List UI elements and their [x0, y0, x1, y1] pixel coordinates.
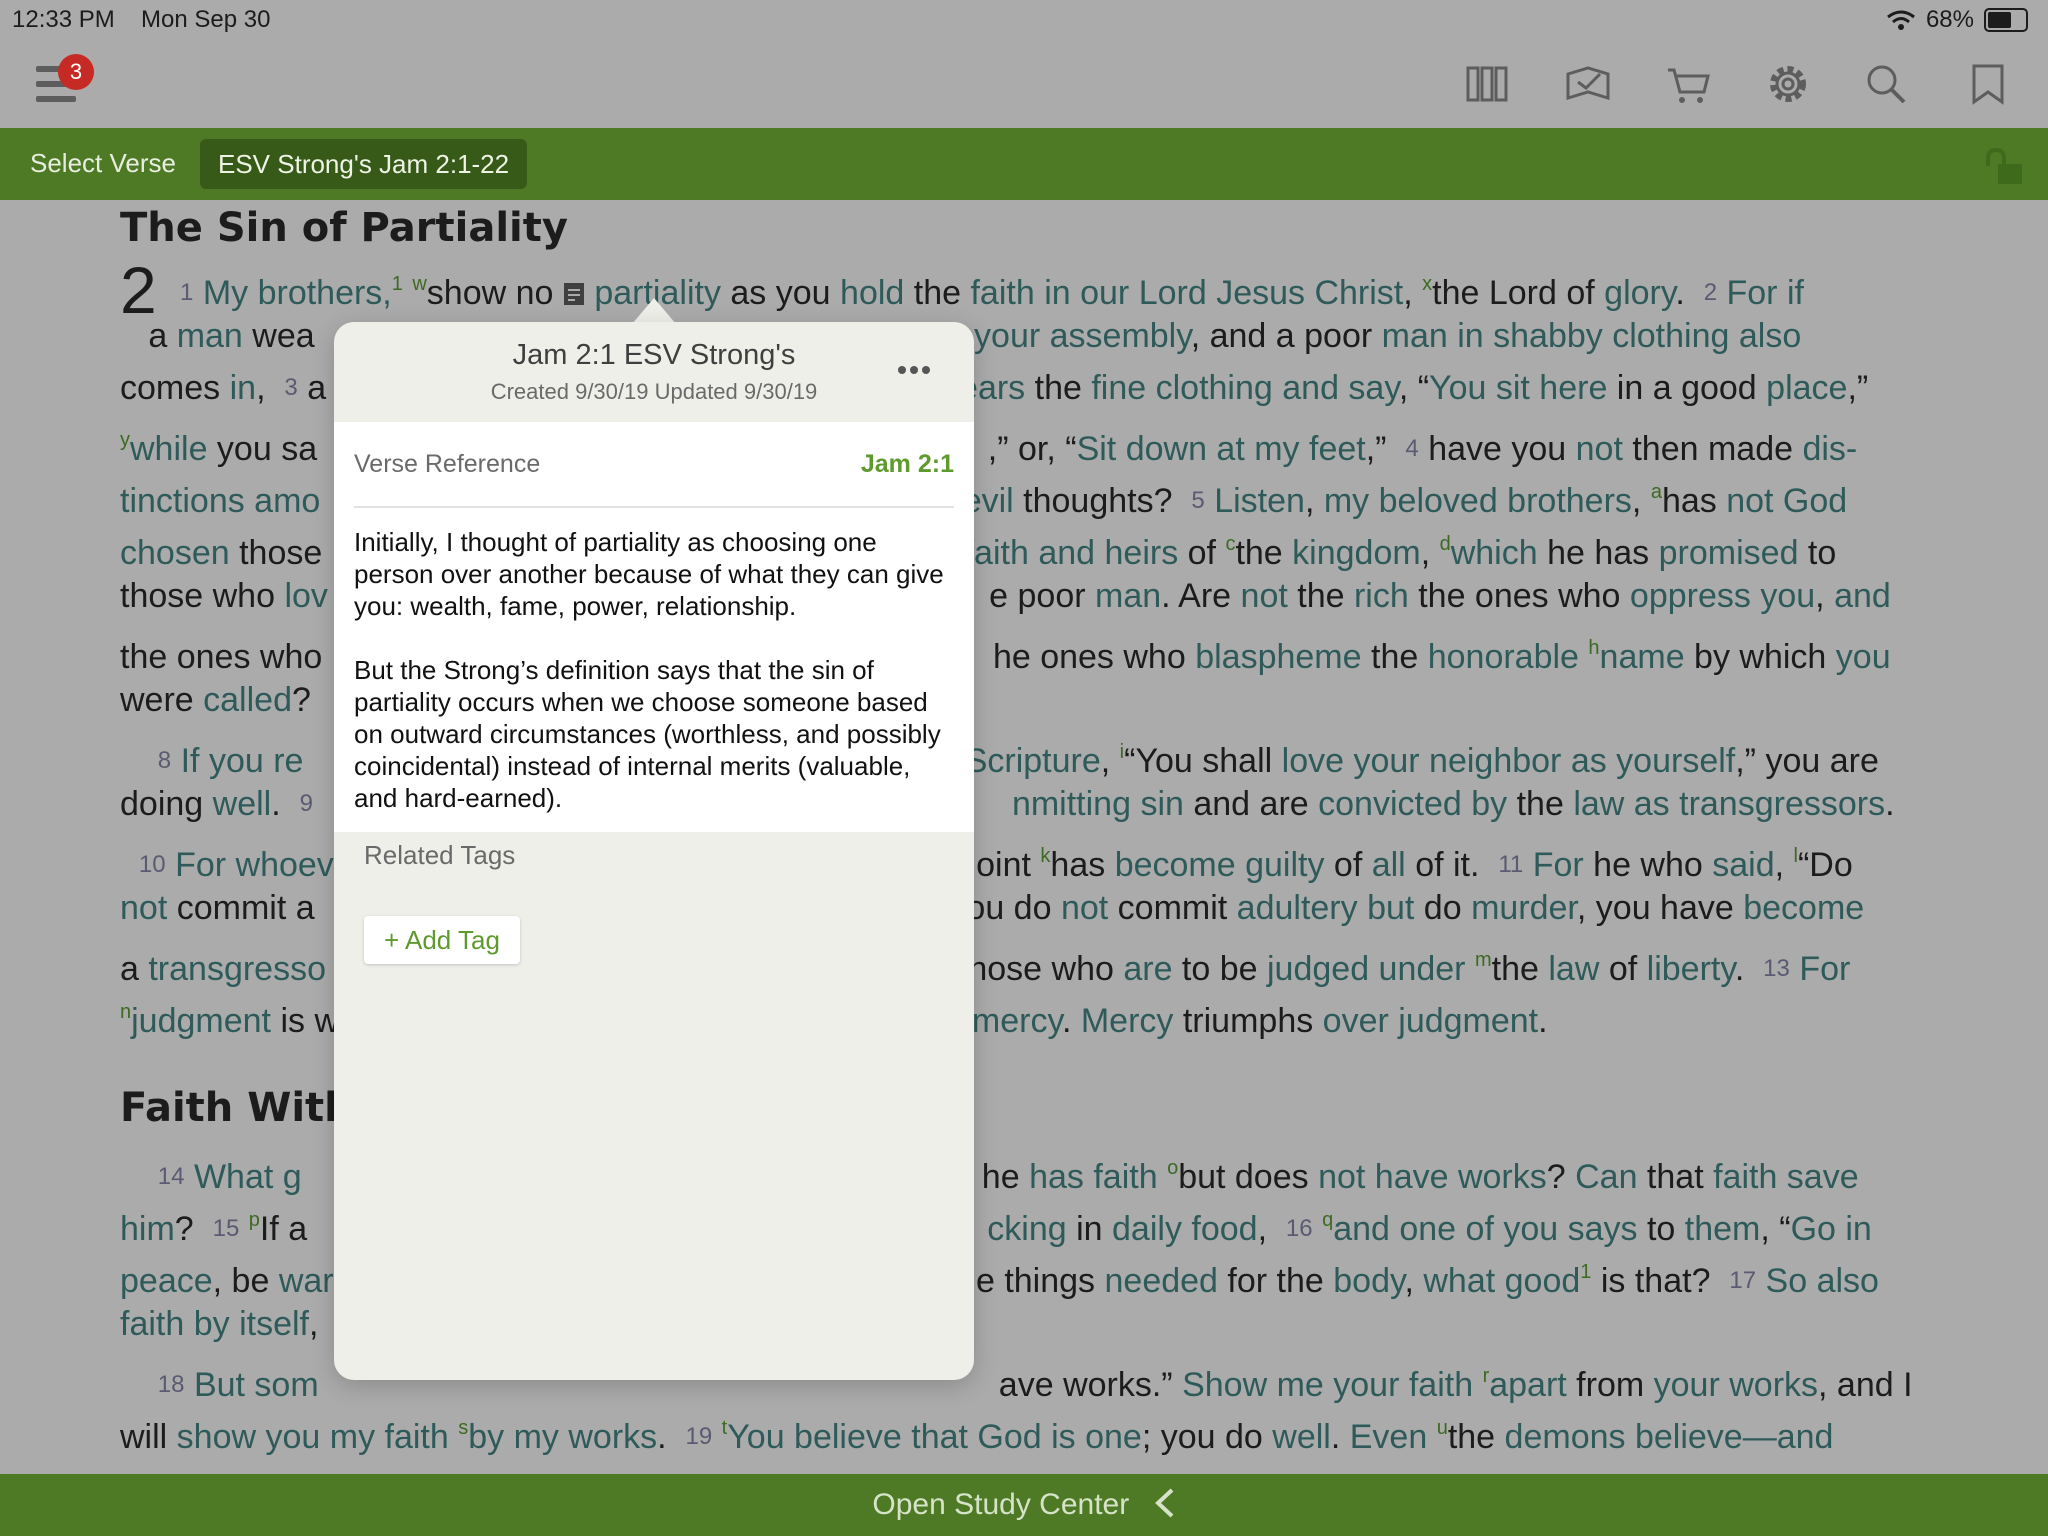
- popover-header: Jam 2:1 ESV Strong's Created 9/30/19 Upd…: [334, 322, 974, 422]
- resource-tab[interactable]: ESV Strong's Jam 2:1-22: [200, 139, 528, 189]
- section-heading: The Sin of Partiality: [120, 205, 568, 251]
- status-date: Mon Sep 30: [141, 6, 271, 33]
- verse-line: will show you my faith sby my works. 19 …: [120, 1417, 1834, 1456]
- reading-plan-icon[interactable]: [1564, 60, 1612, 108]
- popover-arrow: [632, 298, 676, 324]
- library-icon[interactable]: [1464, 60, 1512, 108]
- related-tags-label: Related Tags: [364, 840, 516, 870]
- top-toolbar: 3: [0, 40, 2048, 128]
- verse-reference-label: Verse Reference: [354, 450, 541, 478]
- settings-icon[interactable]: [1764, 60, 1812, 108]
- verse-nav-bar: Select Verse ESV Strong's Jam 2:1-22: [0, 128, 2048, 200]
- verse-reference-link[interactable]: Jam 2:1: [861, 450, 954, 479]
- battery-icon: [1984, 8, 2028, 32]
- note-text[interactable]: Initially, I thought of partiality as ch…: [354, 526, 954, 846]
- note-paragraph: Initially, I thought of partiality as ch…: [354, 527, 944, 621]
- wifi-icon: [1887, 10, 1915, 30]
- cart-icon[interactable]: [1664, 60, 1712, 108]
- status-right: 68%: [1886, 6, 2028, 34]
- battery-percent: 68%: [1925, 6, 1974, 33]
- note-dates: Created 9/30/19 Updated 9/30/19: [490, 379, 818, 404]
- bottom-bar: Open Study Center: [0, 1474, 2048, 1536]
- note-body: Verse Reference Jam 2:1 Initially, I tho…: [334, 422, 974, 832]
- divider: [354, 506, 954, 508]
- chevron-left-icon: [1154, 1488, 1173, 1518]
- notification-badge: 3: [58, 54, 94, 90]
- note-popover: Jam 2:1 ESV Strong's Created 9/30/19 Upd…: [334, 322, 974, 1380]
- status-bar: 12:33 PM Mon Sep 30 68%: [0, 0, 2048, 40]
- unlock-icon[interactable]: [1982, 146, 2026, 186]
- add-tag-button[interactable]: + Add Tag: [364, 916, 520, 964]
- status-time: 12:33 PM: [12, 6, 115, 33]
- menu-button[interactable]: 3: [36, 54, 94, 106]
- select-verse-button[interactable]: Select Verse: [30, 148, 176, 179]
- more-options-icon[interactable]: [894, 360, 934, 380]
- verse-line: 1 My brothers,1 wshow no partiality as y…: [180, 273, 1804, 312]
- study-center-label: Open Study Center: [872, 1488, 1130, 1521]
- bookmark-icon[interactable]: [1964, 60, 2012, 108]
- note-paragraph: But the Strong’s definition says that th…: [354, 655, 941, 813]
- search-icon[interactable]: [1862, 60, 1910, 108]
- note-title: Jam 2:1 ESV Strong's: [512, 339, 796, 371]
- note-icon[interactable]: [563, 282, 585, 306]
- open-study-center[interactable]: Open Study Center: [0, 1488, 2048, 1522]
